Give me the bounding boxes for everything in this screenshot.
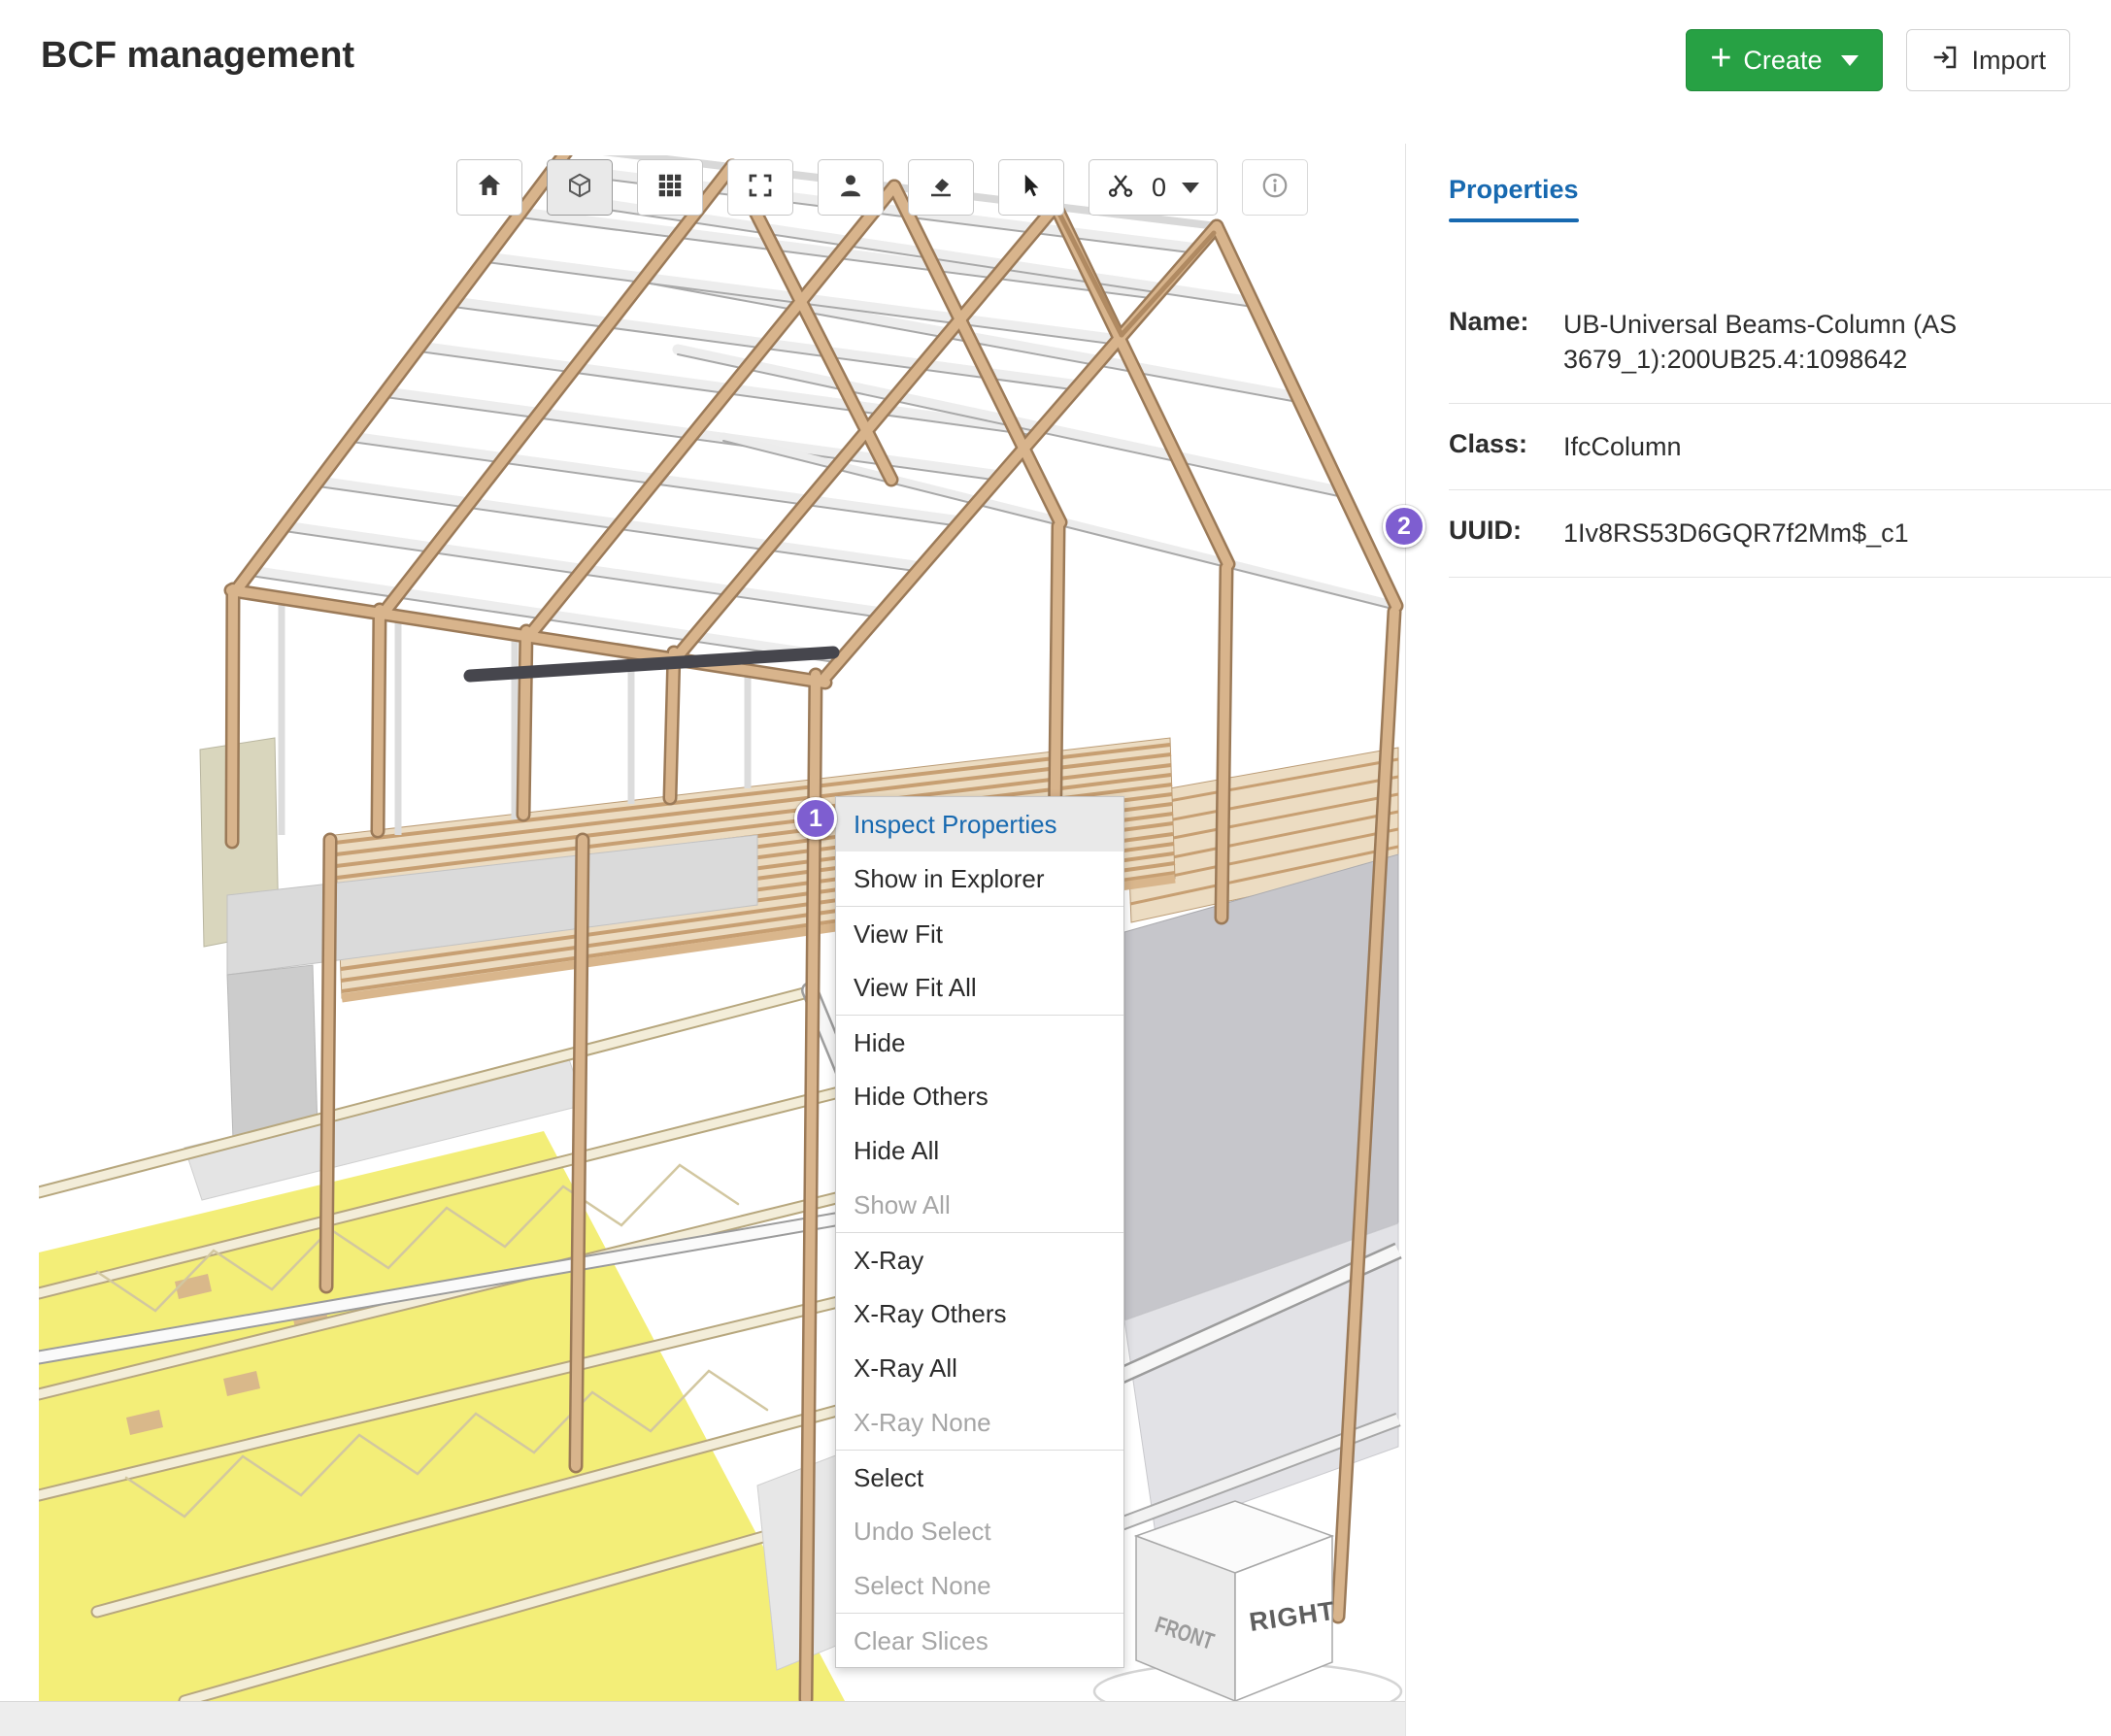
- chevron-down-icon: [1841, 54, 1860, 66]
- field-class-label: Class:: [1449, 428, 1528, 458]
- import-icon: [1930, 43, 1960, 79]
- home-button[interactable]: [456, 159, 522, 216]
- menu-item-inspect-properties[interactable]: Inspect Properties: [836, 797, 1123, 851]
- menu-item-view-fit[interactable]: View Fit: [836, 906, 1123, 960]
- menu-item-xray[interactable]: X-Ray: [836, 1232, 1123, 1286]
- yellow-floor: [39, 1055, 845, 1701]
- menu-item-show-in-explorer[interactable]: Show in Explorer: [836, 851, 1123, 906]
- grid-button[interactable]: [637, 159, 703, 216]
- scissors-icon: [1107, 171, 1136, 205]
- import-button[interactable]: Import: [1906, 29, 2070, 91]
- eraser-button[interactable]: [908, 159, 974, 216]
- info-icon: [1260, 171, 1290, 205]
- person-icon: [836, 171, 865, 205]
- fullscreen-icon: [746, 171, 775, 205]
- menu-item-xray-others[interactable]: X-Ray Others: [836, 1286, 1123, 1341]
- menu-item-undo-select: Undo Select: [854, 1517, 991, 1546]
- cube-view-button[interactable]: [547, 159, 613, 216]
- select-pointer-button[interactable]: [998, 159, 1064, 216]
- field-uuid-value: 1Iv8RS53D6GQR7f2Mm$_c1: [1563, 518, 1909, 549]
- home-icon: [475, 171, 504, 205]
- field-class: Class: IfcColumn: [1449, 404, 2111, 491]
- viewer-footer: [0, 1701, 1405, 1736]
- slice-count: 0: [1152, 172, 1167, 202]
- field-name: Name: UB-Universal Beams-Column (AS 3679…: [1449, 282, 2111, 404]
- menu-item-show-all: Show All: [854, 1190, 951, 1219]
- person-view-button[interactable]: [818, 159, 884, 216]
- menu-item-hide[interactable]: Hide: [836, 1015, 1123, 1069]
- annotation-step-1: 1: [794, 797, 837, 840]
- create-button-label: Create: [1743, 45, 1823, 75]
- tab-properties[interactable]: Properties: [1449, 175, 1579, 222]
- grid-icon: [655, 171, 685, 205]
- annotation-step-2: 2: [1383, 505, 1425, 548]
- menu-item-xray-none: X-Ray None: [854, 1408, 991, 1437]
- chevron-down-icon[interactable]: [1182, 182, 1200, 193]
- menu-item-view-fit-all[interactable]: View Fit All: [836, 960, 1123, 1015]
- field-name-label: Name:: [1449, 307, 1529, 336]
- field-class-value: IfcColumn: [1563, 431, 1682, 461]
- viewer-toolbar: 0: [456, 159, 1309, 216]
- menu-item-select[interactable]: Select: [836, 1450, 1123, 1504]
- menu-item-clear-slices: Clear Slices: [836, 1613, 1123, 1667]
- properties-panel: Properties Name: UB-Universal Beams-Colu…: [1406, 144, 2111, 1736]
- menu-item-xray-all[interactable]: X-Ray All: [836, 1341, 1123, 1395]
- nav-cube[interactable]: FRONT RIGHT: [1092, 1500, 1403, 1701]
- header-actions: + Create Import: [1686, 29, 2070, 91]
- context-menu: Inspect Properties Show in Explorer View…: [835, 796, 1124, 1668]
- page-title: BCF management: [41, 35, 355, 76]
- fit-view-button[interactable]: [727, 159, 793, 216]
- field-uuid-label: UUID:: [1449, 516, 1522, 546]
- import-button-label: Import: [1971, 45, 2046, 75]
- info-button[interactable]: [1242, 159, 1309, 216]
- field-name-value: UB-Universal Beams-Column (AS 3679_1):20…: [1563, 310, 1958, 375]
- cursor-icon: [1017, 171, 1046, 205]
- cube-icon: [565, 171, 594, 205]
- menu-item-hide-all[interactable]: Hide All: [836, 1123, 1123, 1178]
- plus-icon: +: [1710, 38, 1732, 79]
- field-uuid: UUID: 1Iv8RS53D6GQR7f2Mm$_c1: [1449, 490, 2111, 578]
- properties-fields: Name: UB-Universal Beams-Column (AS 3679…: [1449, 282, 2111, 578]
- create-button[interactable]: + Create: [1686, 29, 1884, 91]
- model-viewport[interactable]: FRONT RIGHT: [39, 155, 1405, 1701]
- menu-item-hide-others[interactable]: Hide Others: [836, 1069, 1123, 1123]
- eraser-icon: [926, 171, 955, 205]
- menu-item-select-none: Select None: [854, 1571, 991, 1600]
- slice-button[interactable]: 0: [1089, 159, 1219, 216]
